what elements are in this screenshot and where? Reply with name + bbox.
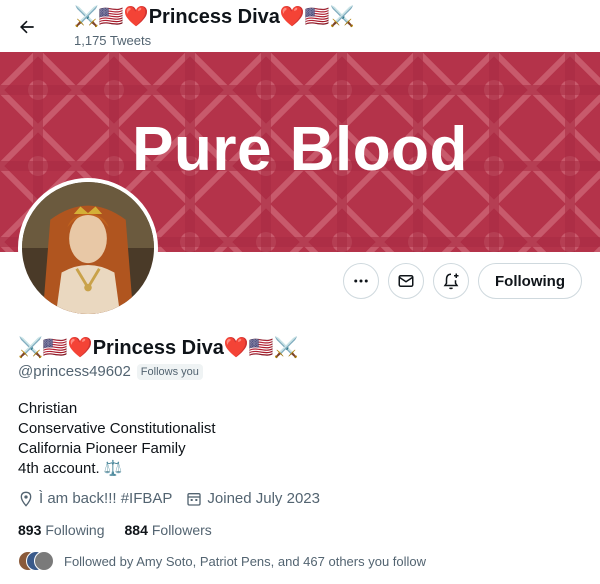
location-text: Ì am back!!! #IFBAP: [39, 490, 173, 507]
profile-bio: Christian Conservative Constitutionalist…: [18, 399, 216, 479]
bio-line: California Pioneer Family: [18, 440, 186, 457]
message-button[interactable]: [388, 263, 425, 299]
header-title: ⚔️🇺🇸❤️Princess Diva❤️🇺🇸⚔️: [74, 6, 355, 28]
joined-text: Joined July 2023: [207, 490, 320, 507]
followers-count: 884: [124, 522, 148, 538]
joined-item: Joined July 2023: [186, 490, 320, 507]
back-button[interactable]: [10, 10, 44, 44]
arrow-left-icon: [20, 20, 34, 34]
following-stat[interactable]: 893 Following: [18, 522, 105, 538]
profile-stats: 893 Following 884 Followers: [18, 522, 212, 538]
followers-stat[interactable]: 884 Followers: [125, 522, 212, 538]
top-bar: ⚔️🇺🇸❤️Princess Diva❤️🇺🇸⚔️ 1,175 Tweets: [0, 0, 600, 52]
calendar-icon: [187, 492, 202, 506]
profile-meta: Ì am back!!! #IFBAP Joined July 2023: [18, 490, 320, 507]
profile-name: ⚔️🇺🇸❤️Princess Diva❤️🇺🇸⚔️: [18, 337, 299, 359]
followed-by-avatars: [18, 551, 54, 571]
bio-line: Conservative Constitutionalist: [18, 420, 216, 437]
followed-by-text: Followed by Amy Soto, Patriot Pens, and …: [64, 553, 427, 569]
follows-you-badge: Follows you: [136, 363, 203, 380]
notify-button[interactable]: [433, 263, 470, 299]
bio-line: 4th account. ⚖️: [18, 460, 123, 477]
profile-handle: @princess49602: [18, 363, 131, 380]
following-count: 893: [18, 522, 42, 538]
followed-by-row[interactable]: Followed by Amy Soto, Patriot Pens, and …: [18, 551, 426, 571]
avatar-image: [22, 182, 154, 314]
location-pin-icon: [20, 491, 32, 507]
banner-title: Pure Blood: [132, 115, 468, 184]
profile-avatar[interactable]: [18, 178, 158, 318]
mail-icon: [398, 275, 414, 287]
following-label: Following: [45, 522, 105, 538]
handle-row: @princess49602 Follows you: [18, 363, 203, 380]
profile-actions: Following: [343, 263, 582, 299]
tweet-count: 1,175 Tweets: [74, 33, 152, 48]
more-button[interactable]: [343, 263, 380, 299]
bio-line: Christian: [18, 400, 78, 417]
followers-label: Followers: [151, 522, 212, 538]
avatar: [34, 551, 54, 571]
following-button[interactable]: Following: [478, 263, 582, 299]
location-item: Ì am back!!! #IFBAP: [18, 490, 172, 507]
bell-plus-icon: [443, 273, 459, 290]
more-icon: [354, 279, 368, 283]
